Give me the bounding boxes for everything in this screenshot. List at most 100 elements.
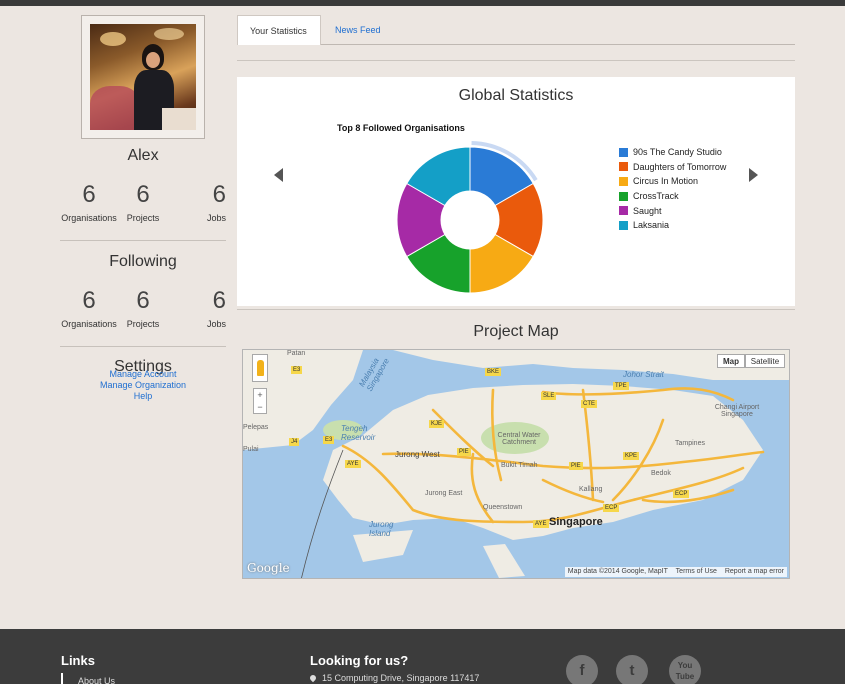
legend-swatch (619, 176, 628, 186)
stat-value: 6 (82, 181, 96, 208)
chart-legend: 90s The Candy Studio Daughters of Tomorro… (619, 145, 726, 233)
chevron-right-icon[interactable] (749, 168, 758, 182)
road-label: CTE (581, 400, 597, 408)
stat-label: Organisations (61, 213, 117, 223)
divider (60, 346, 226, 347)
legend-item[interactable]: CrossTrack (619, 189, 726, 204)
road-label: ECP (603, 504, 620, 512)
map-data-credit: Map data ©2014 Google, MapIT (567, 568, 668, 575)
footer-link-marker (61, 673, 63, 684)
map-label-kallang: Kallang (579, 486, 603, 493)
stat-value: 6 (136, 181, 150, 208)
terms-of-use-link[interactable]: Terms of Use (676, 568, 717, 575)
user-name: Alex (127, 147, 159, 164)
project-map[interactable]: + − Map Satellite Singapore Jurong West … (242, 349, 790, 579)
road-label: PIE (457, 448, 471, 456)
report-map-error-link[interactable]: Report a map error (725, 568, 784, 575)
map-label-jurong-east: Jurong East (425, 490, 463, 497)
top-bar (0, 0, 845, 6)
help-link[interactable]: Help (60, 391, 226, 402)
stat-label: Projects (126, 213, 160, 223)
avatar[interactable] (81, 15, 205, 139)
footer-links-title: Links (61, 653, 95, 668)
following-title: Following (109, 253, 177, 270)
legend-item[interactable]: Daughters of Tomorrow (619, 160, 726, 175)
manage-organization-link[interactable]: Manage Organization (60, 380, 226, 391)
project-map-title: Project Map (473, 323, 559, 340)
zoom-control[interactable]: + − (253, 388, 267, 414)
legend-item[interactable]: Circus In Motion (619, 174, 726, 189)
zoom-out-button[interactable]: − (254, 401, 266, 413)
map-label-bukit-timah: Bukit Timah (501, 462, 538, 469)
tab-your-statistics[interactable]: Your Statistics (237, 15, 321, 45)
road-label: AYE (533, 520, 549, 528)
following-projects[interactable]: 6 Projects (122, 287, 164, 329)
map-label-tengeh: Tengeh Reservoir (341, 424, 376, 442)
road-label: SLE (541, 392, 557, 400)
map-label-jurong-west: Jurong West (395, 450, 440, 459)
map-label-johor-strait: Johor Strait (623, 370, 664, 379)
road-label: BKE (485, 368, 502, 376)
road-label: KJE (429, 420, 445, 428)
tab-bar: Your Statistics News Feed (237, 15, 795, 45)
facebook-icon[interactable]: f (566, 655, 598, 684)
divider (60, 240, 226, 241)
footer-link-about[interactable]: About Us (78, 676, 158, 684)
footer: Links About Us Looking for us? 15 Comput… (0, 629, 845, 684)
divider (237, 60, 795, 61)
legend-item[interactable]: 90s The Candy Studio (619, 145, 726, 160)
map-label-pulai: Pulai (243, 446, 259, 453)
road-label: AYE (345, 460, 361, 468)
stat-label: Organisations (61, 319, 117, 329)
map-label-jurong-island: Jurong Island (369, 520, 394, 538)
legend-label: Daughters of Tomorrow (633, 161, 727, 172)
stat-value: 6 (212, 181, 226, 208)
settings-links: Manage Account Manage Organization Help (60, 369, 226, 402)
legend-label: Saught (633, 205, 662, 216)
stat-label: Jobs (206, 319, 226, 329)
twitter-icon[interactable]: t (616, 655, 648, 684)
legend-label: CrossTrack (633, 191, 679, 202)
legend-swatch (619, 220, 628, 230)
road-label: TPE (613, 382, 629, 390)
map-label-tampines: Tampines (675, 440, 705, 447)
legend-item[interactable]: Laksania (619, 218, 726, 233)
legend-label: Circus In Motion (633, 176, 699, 187)
zoom-in-button[interactable]: + (254, 389, 266, 401)
stat-organisations[interactable]: 6 Organisations (60, 181, 118, 223)
google-logo: Google (247, 561, 290, 575)
chevron-left-icon[interactable] (274, 168, 283, 182)
stat-jobs[interactable]: 6 Jobs (192, 181, 226, 223)
legend-label: Laksania (633, 220, 670, 231)
global-statistics-card: Global Statistics Top 8 Followed Organis… (237, 77, 795, 306)
stat-label: Jobs (206, 213, 226, 223)
stat-projects[interactable]: 6 Projects (122, 181, 164, 223)
road-label: E3 (323, 436, 335, 444)
map-label-bedok: Bedok (651, 470, 671, 477)
legend-swatch (619, 206, 628, 216)
map-label-central-water: Central Water Catchment (497, 432, 541, 446)
manage-account-link[interactable]: Manage Account (60, 369, 226, 380)
location-pin-icon (308, 673, 318, 683)
map-attribution: Map data ©2014 Google, MapIT Terms of Us… (564, 567, 787, 577)
following-stats: 6 Organisations 6 Projects 6 Jobs (60, 287, 226, 337)
following-jobs[interactable]: 6 Jobs (192, 287, 226, 329)
legend-label: 90s The Candy Studio (633, 147, 722, 158)
legend-item[interactable]: Saught (619, 203, 726, 218)
street-view-pegman[interactable] (252, 354, 268, 382)
footer-address: 15 Computing Drive, Singapore 117417 (308, 673, 480, 683)
stat-label: Projects (126, 319, 160, 329)
tab-news-feed[interactable]: News Feed (323, 15, 393, 45)
following-organisations[interactable]: 6 Organisations (60, 287, 118, 329)
profile-stats: 6 Organisations 6 Projects 6 Jobs (60, 181, 226, 231)
stat-value: 6 (212, 287, 226, 314)
youtube-icon[interactable]: You Tube (669, 655, 701, 684)
stat-value: 6 (82, 287, 96, 314)
map-type-map-button[interactable]: Map (717, 354, 745, 368)
map-label-singapore: Singapore (549, 516, 603, 528)
road-label: E3 (291, 366, 303, 374)
footer-find-title: Looking for us? (310, 653, 409, 668)
legend-swatch (619, 147, 628, 157)
address-text: 15 Computing Drive, Singapore 117417 (322, 673, 480, 683)
map-type-satellite-button[interactable]: Satellite (745, 354, 785, 368)
